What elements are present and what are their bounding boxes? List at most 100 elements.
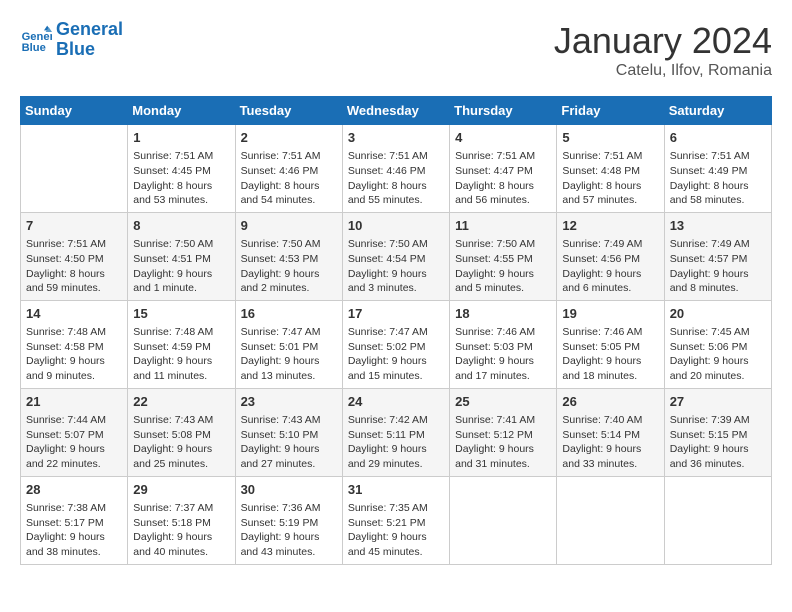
day-number: 5 — [562, 129, 658, 147]
calendar-week-row: 28Sunrise: 7:38 AMSunset: 5:17 PMDayligh… — [21, 476, 772, 564]
day-number: 1 — [133, 129, 229, 147]
calendar-cell: 18 Sunrise: 7:46 AMSunset: 5:03 PMDayligh… — [450, 300, 557, 388]
calendar-cell: 5 Sunrise: 7:51 AMSunset: 4:48 PMDaylight… — [557, 125, 664, 213]
day-header: Friday — [557, 97, 664, 125]
day-header: Thursday — [450, 97, 557, 125]
day-info: Sunrise: 7:35 AMSunset: 5:21 PMDaylight:… — [348, 501, 444, 560]
day-number: 16 — [241, 305, 337, 323]
day-info: Sunrise: 7:37 AMSunset: 5:18 PMDaylight:… — [133, 501, 229, 560]
calendar-cell: 8 Sunrise: 7:50 AMSunset: 4:51 PMDaylight… — [128, 212, 235, 300]
day-info: Sunrise: 7:50 AMSunset: 4:54 PMDaylight:… — [348, 237, 444, 296]
day-number: 9 — [241, 217, 337, 235]
day-number: 11 — [455, 217, 551, 235]
logo: General Blue General Blue — [20, 20, 123, 60]
calendar-cell: 1 Sunrise: 7:51 AMSunset: 4:45 PMDaylight… — [128, 125, 235, 213]
calendar-cell — [21, 125, 128, 213]
calendar-cell: 24 Sunrise: 7:42 AMSunset: 5:11 PMDayligh… — [342, 388, 449, 476]
day-number: 18 — [455, 305, 551, 323]
day-info: Sunrise: 7:50 AMSunset: 4:53 PMDaylight:… — [241, 237, 337, 296]
day-info: Sunrise: 7:41 AMSunset: 5:12 PMDaylight:… — [455, 413, 551, 472]
calendar-cell: 26Sunrise: 7:40 AMSunset: 5:14 PMDayligh… — [557, 388, 664, 476]
day-number: 6 — [670, 129, 766, 147]
day-info: Sunrise: 7:50 AMSunset: 4:55 PMDaylight:… — [455, 237, 551, 296]
day-info: Sunrise: 7:42 AMSunset: 5:11 PMDaylight:… — [348, 413, 444, 472]
day-header: Monday — [128, 97, 235, 125]
logo-text: General Blue — [56, 20, 123, 60]
calendar-cell: 3 Sunrise: 7:51 AMSunset: 4:46 PMDaylight… — [342, 125, 449, 213]
calendar-week-row: 1 Sunrise: 7:51 AMSunset: 4:45 PMDaylight… — [21, 125, 772, 213]
day-number: 31 — [348, 481, 444, 499]
day-info: Sunrise: 7:40 AMSunset: 5:14 PMDaylight:… — [562, 413, 658, 472]
day-info: Sunrise: 7:49 AMSunset: 4:56 PMDaylight:… — [562, 237, 658, 296]
day-info: Sunrise: 7:51 AMSunset: 4:47 PMDaylight:… — [455, 149, 551, 208]
day-number: 4 — [455, 129, 551, 147]
calendar-cell: 2 Sunrise: 7:51 AMSunset: 4:46 PMDaylight… — [235, 125, 342, 213]
calendar-cell: 14 Sunrise: 7:48 AMSunset: 4:58 PMDayligh… — [21, 300, 128, 388]
calendar-cell — [557, 476, 664, 564]
day-info: Sunrise: 7:51 AMSunset: 4:46 PMDaylight:… — [348, 149, 444, 208]
day-info: Sunrise: 7:51 AMSunset: 4:45 PMDaylight:… — [133, 149, 229, 208]
day-number: 19 — [562, 305, 658, 323]
day-number: 28 — [26, 481, 122, 499]
calendar-cell: 22Sunrise: 7:43 AMSunset: 5:08 PMDayligh… — [128, 388, 235, 476]
header-row: SundayMondayTuesdayWednesdayThursdayFrid… — [21, 97, 772, 125]
calendar-cell: 12 Sunrise: 7:49 AMSunset: 4:56 PMDayligh… — [557, 212, 664, 300]
calendar-cell: 7Sunrise: 7:51 AMSunset: 4:50 PMDaylight… — [21, 212, 128, 300]
calendar-cell: 23 Sunrise: 7:43 AMSunset: 5:10 PMDayligh… — [235, 388, 342, 476]
calendar-cell: 29 Sunrise: 7:37 AMSunset: 5:18 PMDayligh… — [128, 476, 235, 564]
logo-icon: General Blue — [20, 24, 52, 56]
calendar-week-row: 21Sunrise: 7:44 AMSunset: 5:07 PMDayligh… — [21, 388, 772, 476]
day-info: Sunrise: 7:43 AMSunset: 5:08 PMDaylight:… — [133, 413, 229, 472]
calendar-cell: 17Sunrise: 7:47 AMSunset: 5:02 PMDayligh… — [342, 300, 449, 388]
day-number: 8 — [133, 217, 229, 235]
day-number: 14 — [26, 305, 122, 323]
day-info: Sunrise: 7:50 AMSunset: 4:51 PMDaylight:… — [133, 237, 229, 296]
day-info: Sunrise: 7:48 AMSunset: 4:59 PMDaylight:… — [133, 325, 229, 384]
day-number: 25 — [455, 393, 551, 411]
day-header: Tuesday — [235, 97, 342, 125]
calendar-cell: 27 Sunrise: 7:39 AMSunset: 5:15 PMDayligh… — [664, 388, 771, 476]
calendar-cell: 9 Sunrise: 7:50 AMSunset: 4:53 PMDaylight… — [235, 212, 342, 300]
day-header: Saturday — [664, 97, 771, 125]
calendar-cell: 21Sunrise: 7:44 AMSunset: 5:07 PMDayligh… — [21, 388, 128, 476]
title-block: January 2024 Catelu, Ilfov, Romania — [554, 20, 772, 80]
calendar-cell: 31 Sunrise: 7:35 AMSunset: 5:21 PMDayligh… — [342, 476, 449, 564]
calendar-cell: 20Sunrise: 7:45 AMSunset: 5:06 PMDayligh… — [664, 300, 771, 388]
calendar-cell: 28Sunrise: 7:38 AMSunset: 5:17 PMDayligh… — [21, 476, 128, 564]
day-number: 10 — [348, 217, 444, 235]
day-info: Sunrise: 7:39 AMSunset: 5:15 PMDaylight:… — [670, 413, 766, 472]
calendar-cell: 30Sunrise: 7:36 AMSunset: 5:19 PMDayligh… — [235, 476, 342, 564]
calendar-cell: 19 Sunrise: 7:46 AMSunset: 5:05 PMDayligh… — [557, 300, 664, 388]
day-info: Sunrise: 7:48 AMSunset: 4:58 PMDaylight:… — [26, 325, 122, 384]
calendar-cell: 15 Sunrise: 7:48 AMSunset: 4:59 PMDayligh… — [128, 300, 235, 388]
calendar-cell: 25 Sunrise: 7:41 AMSunset: 5:12 PMDayligh… — [450, 388, 557, 476]
day-number: 3 — [348, 129, 444, 147]
calendar-cell: 6Sunrise: 7:51 AMSunset: 4:49 PMDaylight… — [664, 125, 771, 213]
day-number: 29 — [133, 481, 229, 499]
day-number: 23 — [241, 393, 337, 411]
day-number: 15 — [133, 305, 229, 323]
day-header: Wednesday — [342, 97, 449, 125]
day-number: 27 — [670, 393, 766, 411]
calendar-cell: 16 Sunrise: 7:47 AMSunset: 5:01 PMDayligh… — [235, 300, 342, 388]
day-number: 7 — [26, 217, 122, 235]
day-number: 24 — [348, 393, 444, 411]
day-info: Sunrise: 7:49 AMSunset: 4:57 PMDaylight:… — [670, 237, 766, 296]
day-info: Sunrise: 7:47 AMSunset: 5:01 PMDaylight:… — [241, 325, 337, 384]
day-number: 13 — [670, 217, 766, 235]
day-info: Sunrise: 7:43 AMSunset: 5:10 PMDaylight:… — [241, 413, 337, 472]
day-info: Sunrise: 7:46 AMSunset: 5:03 PMDaylight:… — [455, 325, 551, 384]
day-info: Sunrise: 7:47 AMSunset: 5:02 PMDaylight:… — [348, 325, 444, 384]
day-number: 2 — [241, 129, 337, 147]
day-number: 12 — [562, 217, 658, 235]
calendar-title: January 2024 — [554, 20, 772, 62]
svg-text:General: General — [22, 31, 52, 43]
day-info: Sunrise: 7:51 AMSunset: 4:46 PMDaylight:… — [241, 149, 337, 208]
day-info: Sunrise: 7:46 AMSunset: 5:05 PMDaylight:… — [562, 325, 658, 384]
day-info: Sunrise: 7:44 AMSunset: 5:07 PMDaylight:… — [26, 413, 122, 472]
calendar-week-row: 7Sunrise: 7:51 AMSunset: 4:50 PMDaylight… — [21, 212, 772, 300]
day-info: Sunrise: 7:51 AMSunset: 4:48 PMDaylight:… — [562, 149, 658, 208]
calendar-cell — [450, 476, 557, 564]
calendar-table: SundayMondayTuesdayWednesdayThursdayFrid… — [20, 96, 772, 565]
calendar-cell: 11 Sunrise: 7:50 AMSunset: 4:55 PMDayligh… — [450, 212, 557, 300]
